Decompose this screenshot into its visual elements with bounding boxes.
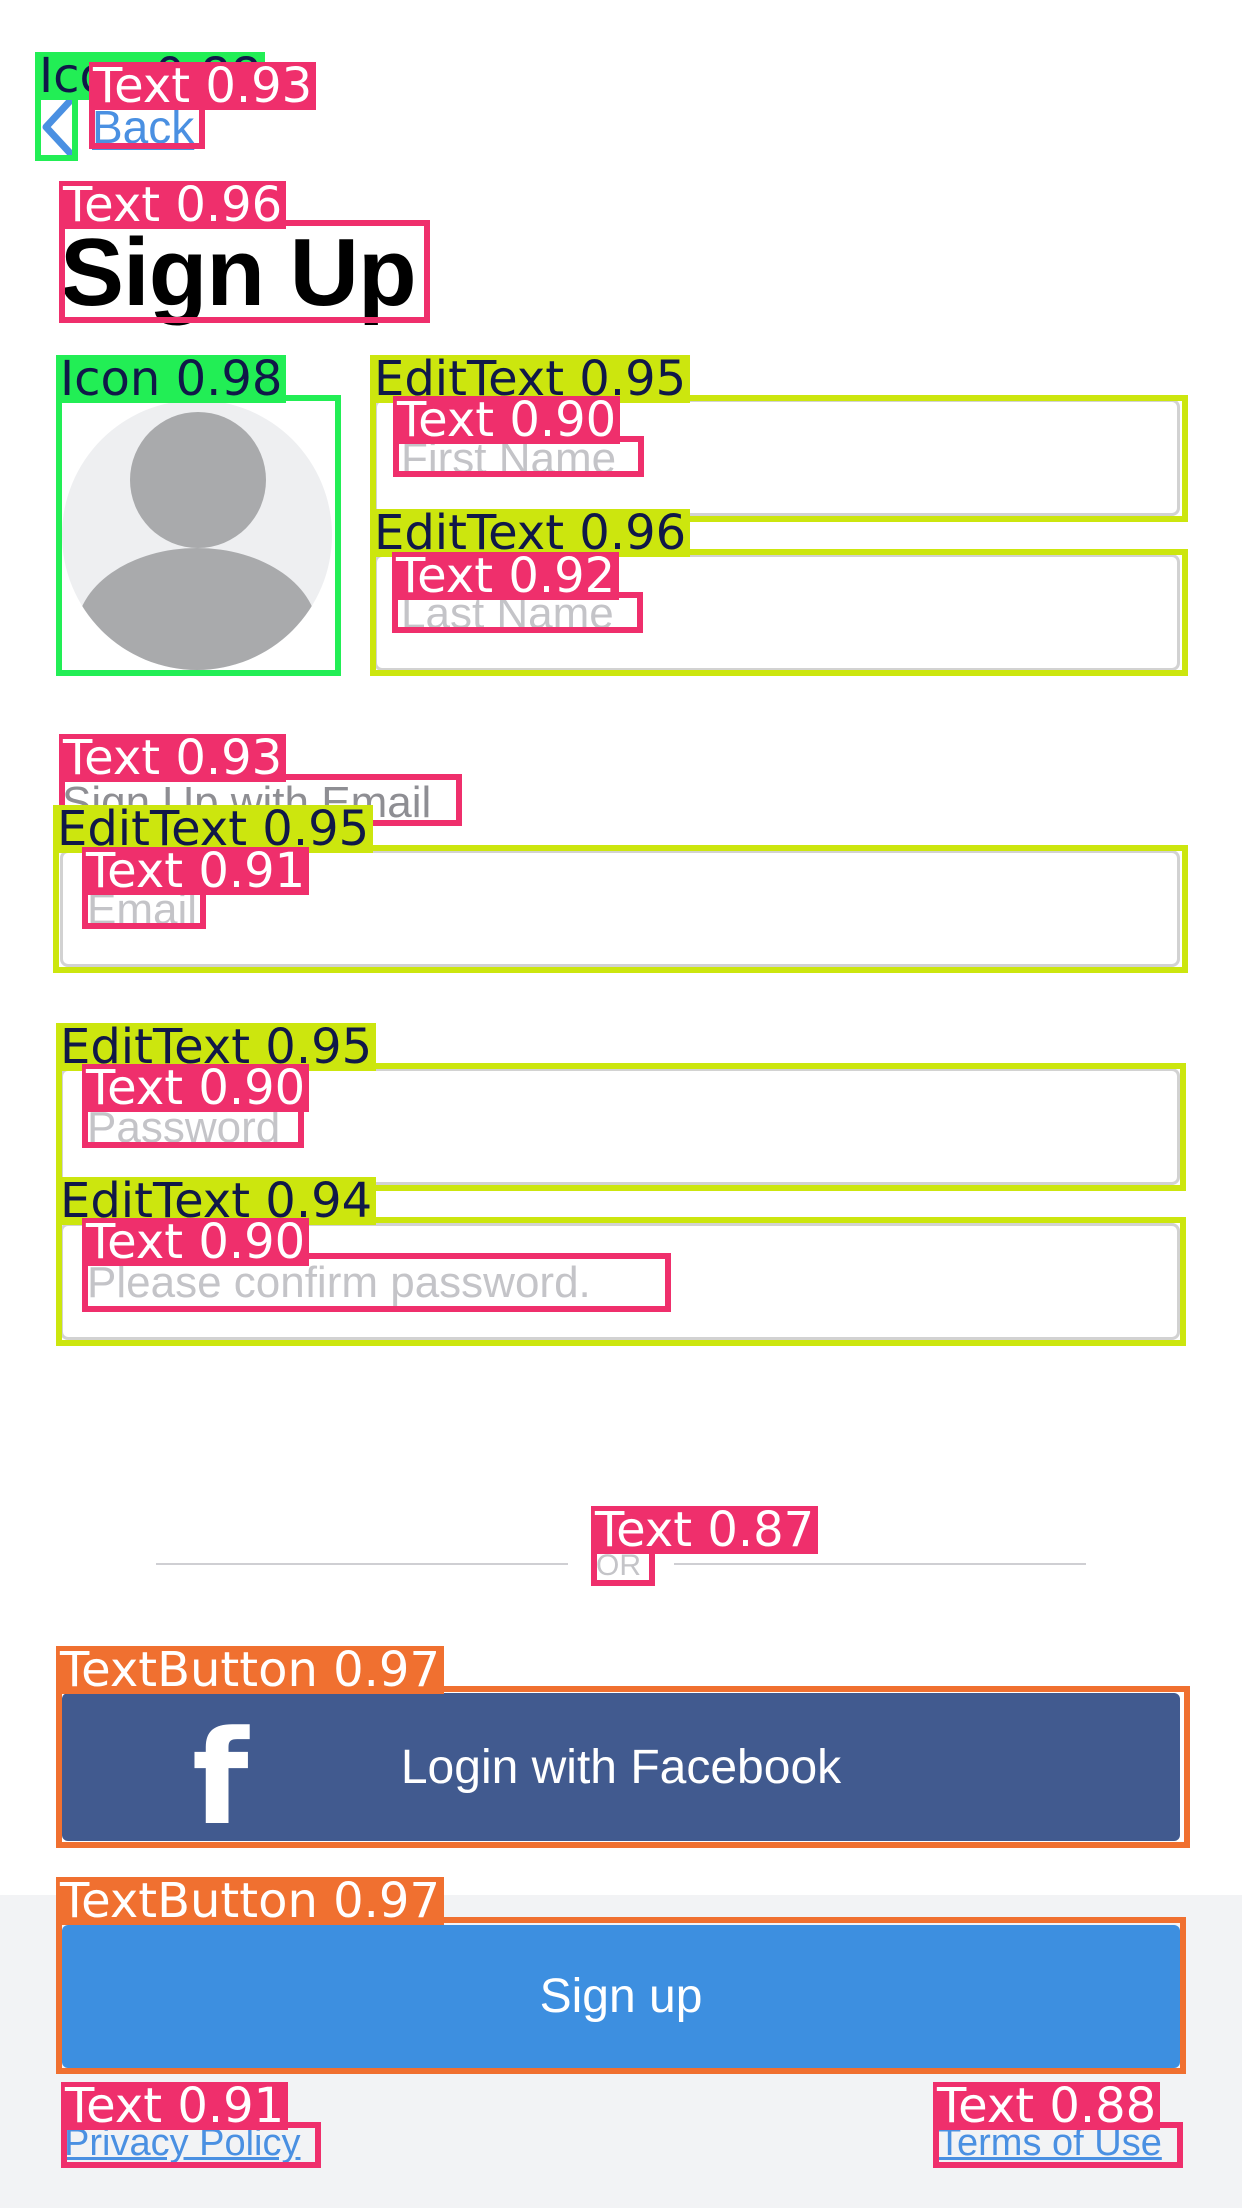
page-title: Sign Up	[60, 219, 417, 326]
overlay-tag-back-text: Text 0.93	[89, 62, 317, 110]
avatar-head	[130, 412, 266, 548]
sign-up-button[interactable]: Sign up	[62, 1925, 1180, 2068]
overlay-tag-confirm-password-text: Text 0.90	[82, 1218, 310, 1266]
overlay-tag-section-label: Text 0.93	[59, 734, 287, 782]
avatar-placeholder-icon[interactable]	[62, 400, 332, 670]
divider-line-left	[156, 1563, 568, 1565]
login-with-facebook-button[interactable]: f Login with Facebook	[62, 1693, 1180, 1854]
overlay-tag-privacy: Text 0.91	[61, 2082, 289, 2130]
back-chevron-icon[interactable]	[38, 97, 78, 157]
overlay-tag-avatar: Icon 0.98	[56, 355, 287, 403]
sign-up-button-label: Sign up	[539, 1970, 703, 2023]
facebook-icon: f	[192, 1702, 249, 1854]
overlay-tag-signup-button: TextButton 0.97	[56, 1877, 444, 1925]
overlay-tag-last-name-text: Text 0.92	[392, 552, 620, 600]
overlay-tag-title: Text 0.96	[59, 181, 287, 229]
overlay-tag-password-text: Text 0.90	[82, 1064, 310, 1112]
overlay-tag-facebook-button: TextButton 0.97	[56, 1646, 444, 1694]
overlay-tag-email-text: Text 0.91	[82, 847, 310, 895]
facebook-button-label: Login with Facebook	[400, 1740, 842, 1794]
overlay-tag-terms: Text 0.88	[933, 2082, 1161, 2130]
overlay-tag-or-text: Text 0.87	[591, 1506, 819, 1554]
avatar-body	[76, 548, 318, 670]
overlay-tag-first-name-text: Text 0.90	[393, 396, 621, 444]
divider-line-right	[674, 1563, 1086, 1565]
